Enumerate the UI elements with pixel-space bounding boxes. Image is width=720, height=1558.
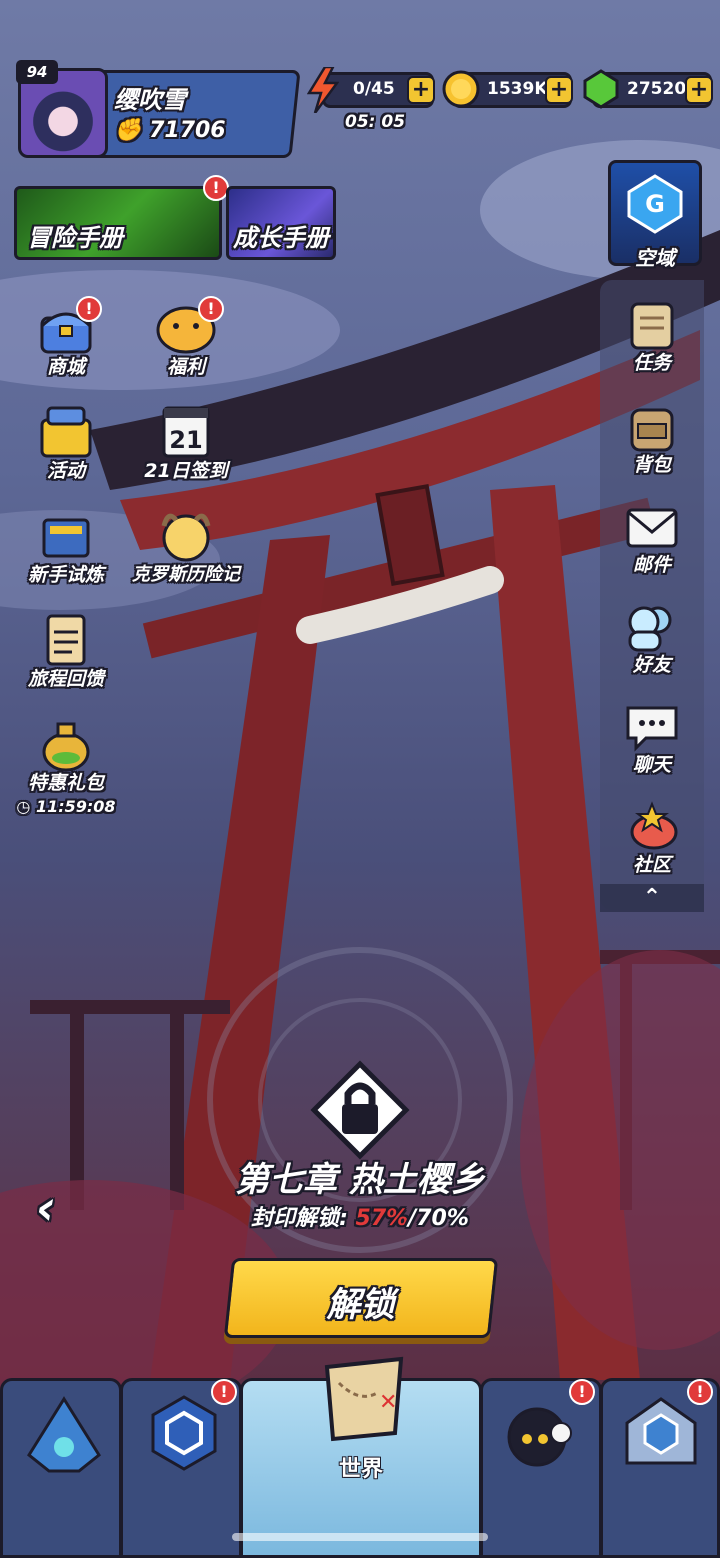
space-domain-label: 空域 — [635, 246, 675, 270]
community-button[interactable]: 社区 — [600, 798, 704, 877]
nav-tab-world-label: 世界 — [338, 1457, 383, 1482]
chevron-up-icon: ⌃ — [642, 885, 662, 910]
svg-text:G: G — [645, 190, 665, 218]
nav-tab-pets[interactable]: ! — [480, 1378, 602, 1558]
clipboard-icon — [34, 610, 98, 670]
nav-tab-world[interactable]: ✕ 世界 — [240, 1356, 482, 1558]
seal-target: /70% — [408, 1206, 469, 1231]
energy-counter: 0/45 + — [307, 67, 435, 113]
nav-tab-guild[interactable]: ! — [600, 1378, 720, 1558]
gold-value: 1539K — [487, 79, 548, 99]
scroll-shield-icon — [34, 506, 98, 566]
signin-button[interactable]: 21 21日签到 — [126, 402, 246, 483]
seal-current: 57% — [355, 1206, 409, 1231]
friends-button[interactable]: 好友 — [600, 598, 704, 677]
gift-timer-value: 11:59:08 — [35, 797, 116, 816]
combat-power: ✊ 71706 — [114, 118, 226, 143]
adventure-handbook-button[interactable]: 冒险手册 ! — [14, 175, 229, 260]
calendar-day: 21 — [169, 426, 202, 454]
energy-value: 0/45 — [353, 79, 395, 99]
backpack-icon — [622, 398, 682, 456]
nav-tab-rune[interactable]: ! — [120, 1378, 242, 1558]
alert-badge: ! — [198, 296, 224, 322]
scroll-icon — [622, 296, 682, 354]
seal-progress: 封印解锁: 57%/70% — [0, 1200, 720, 1232]
piggy-bank-icon: ! — [154, 296, 224, 358]
newbie-trial-button[interactable]: 新手试炼 — [6, 506, 126, 587]
player-profile[interactable]: 94 缨吹雪 ✊ 71706 — [16, 60, 301, 158]
welfare-button[interactable]: ! 福利 — [126, 296, 246, 379]
energy-timer: 05: 05 — [345, 112, 406, 132]
unlock-button-label: 解锁 — [326, 1285, 395, 1325]
alert-badge: ! — [687, 1379, 713, 1405]
lightning-icon — [307, 67, 339, 113]
power-value: 71706 — [149, 118, 226, 143]
previous-chapter-arrow[interactable]: ‹ — [36, 1180, 56, 1236]
treasure-map-icon: ✕ — [324, 1356, 404, 1442]
gold-counter: 1539K + — [442, 70, 573, 108]
friends-icon — [622, 598, 682, 656]
adventure-handbook-label: 冒险手册 — [27, 224, 123, 252]
gem-counter: 27520 + — [583, 69, 713, 109]
nav-tab-heroes[interactable] — [0, 1378, 122, 1558]
growth-handbook-button[interactable]: 成长手册 — [226, 186, 336, 260]
chronicle-button[interactable]: 克罗斯历险记 — [126, 506, 246, 586]
special-gift-button[interactable]: 特惠礼包 ◷ 11:59:08 — [6, 714, 126, 816]
character-portrait-icon — [154, 506, 218, 566]
guild-house-icon — [625, 1397, 697, 1465]
space-domain-button[interactable]: G 空域 — [604, 160, 706, 270]
alert-badge: ! — [569, 1379, 595, 1405]
green-gem-icon — [583, 69, 619, 109]
player-level: 94 — [16, 60, 58, 84]
rune-hexagon-icon — [151, 1395, 217, 1471]
crystal-armor-icon — [27, 1396, 101, 1473]
growth-handbook-label: 成长手册 — [233, 224, 329, 252]
gift-countdown: ◷ 11:59:08 — [6, 797, 126, 816]
chat-button[interactable]: 聊天 — [600, 698, 704, 777]
mail-button[interactable]: 邮件 — [600, 498, 704, 577]
home-indicator — [232, 1533, 488, 1541]
collapse-sidebar-button[interactable]: ⌃ — [600, 884, 704, 912]
calendar-icon: 21 — [154, 402, 218, 462]
chapter-title: 第七章 热土樱乡 — [235, 1160, 485, 1200]
chapter-lock — [310, 1060, 410, 1160]
crest-icon: G — [627, 174, 683, 234]
community-fish-icon — [622, 798, 682, 856]
activity-button[interactable]: 活动 — [6, 402, 126, 483]
alert-badge: ! — [211, 1379, 237, 1405]
gold-coin-icon — [442, 70, 480, 108]
chat-bubble-icon — [622, 698, 682, 756]
quest-button[interactable]: 任务 — [600, 296, 704, 375]
treasure-chest-icon: ! — [34, 296, 102, 358]
player-name: 缨吹雪 — [114, 86, 186, 114]
gold-add-button[interactable]: + — [545, 76, 573, 104]
money-bag-icon — [34, 714, 98, 774]
gem-value: 27520 — [627, 79, 687, 99]
seal-label: 封印解锁: — [251, 1206, 356, 1231]
lock-icon — [310, 1060, 410, 1160]
journey-feedback-button[interactable]: 旅程回馈 — [6, 610, 126, 691]
svg-text:✕: ✕ — [379, 1390, 397, 1415]
unlock-button[interactable]: 解锁 — [223, 1258, 499, 1338]
envelope-icon — [622, 498, 682, 556]
bottom-navigation: ! ✕ 世界 ! ! — [0, 1356, 720, 1558]
shadow-creature-icon — [507, 1407, 572, 1467]
gem-add-button[interactable]: + — [685, 76, 713, 104]
alert-badge: ! — [76, 296, 102, 322]
energy-add-button[interactable]: + — [407, 76, 435, 104]
power-fist-icon: ✊ — [114, 118, 142, 143]
bag-button[interactable]: 背包 — [600, 398, 704, 477]
gift-chest-icon — [34, 402, 98, 462]
shop-button[interactable]: ! 商城 — [6, 296, 126, 379]
clock-icon: ◷ — [16, 797, 31, 816]
